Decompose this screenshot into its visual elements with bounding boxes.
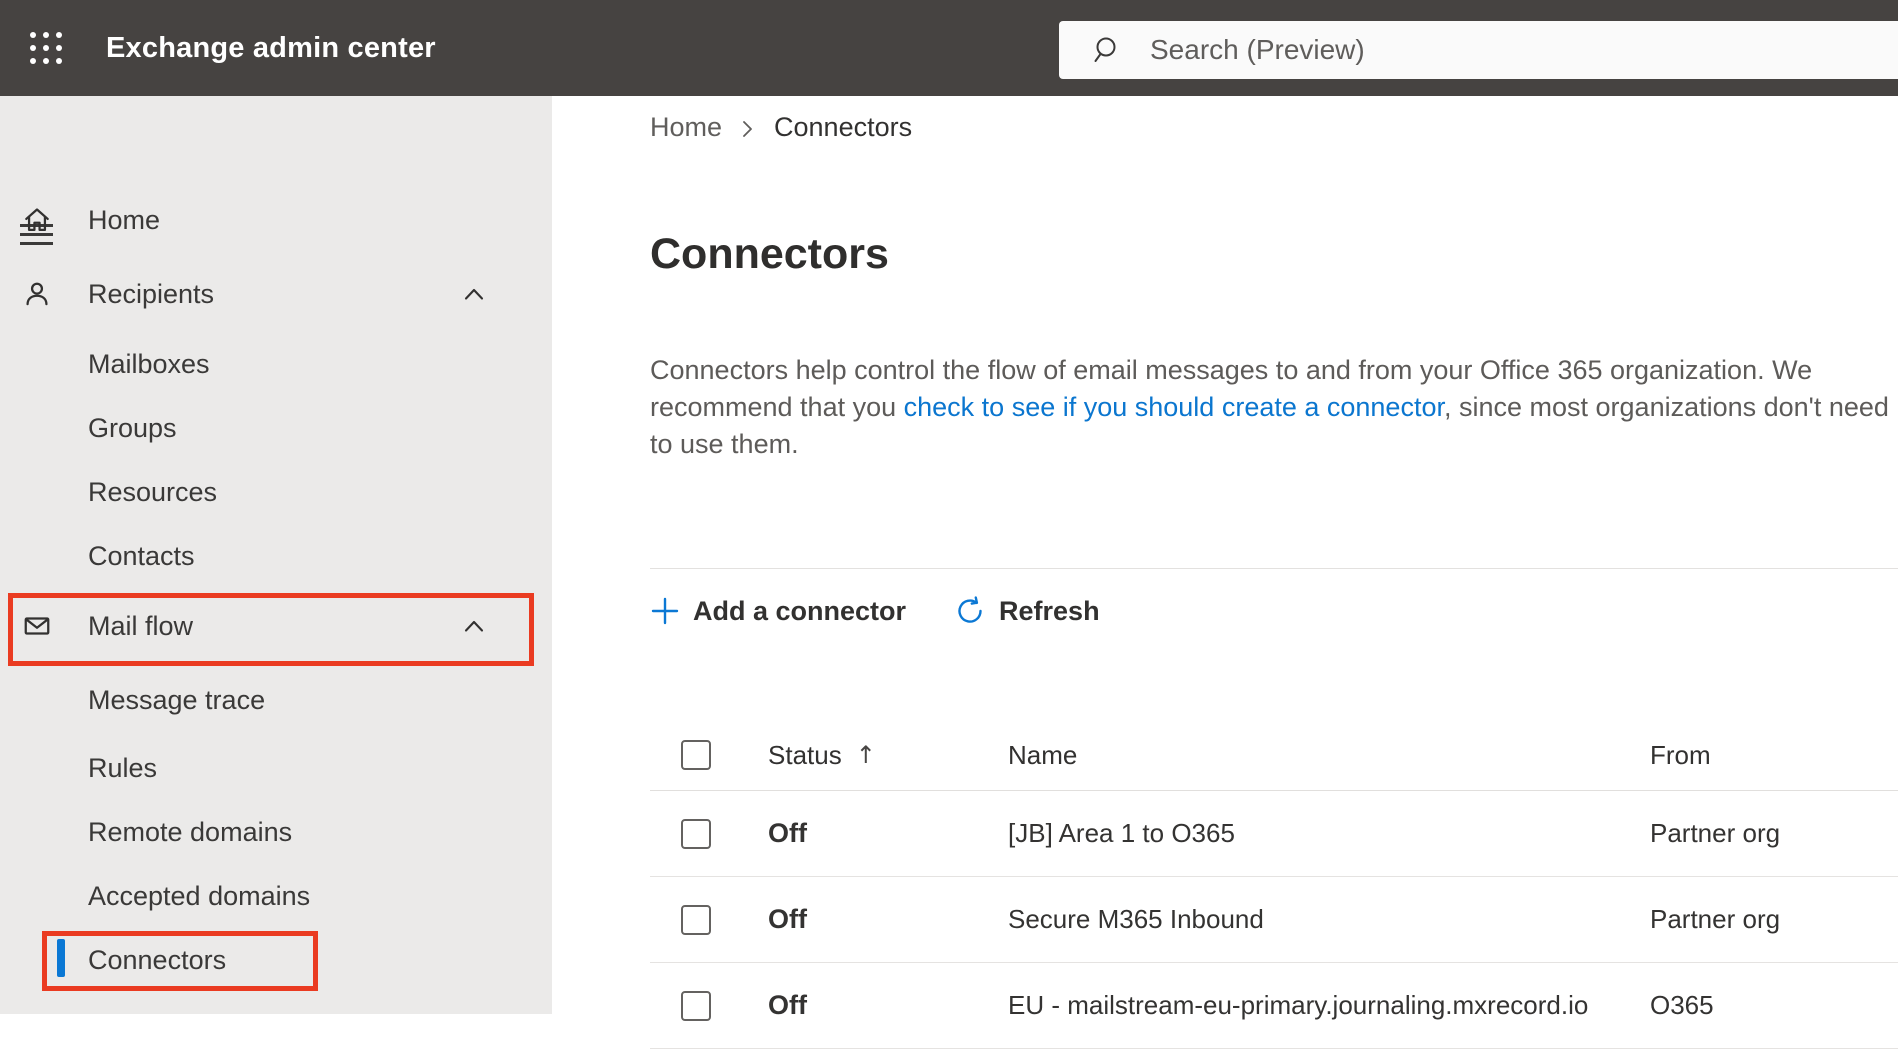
sidebar-item-connectors[interactable]: Connectors xyxy=(0,928,552,992)
sidebar-item-label: Recipients xyxy=(88,279,214,310)
sidebar-item-remote-domains[interactable]: Remote domains xyxy=(0,800,552,864)
sidebar-item-label: Remote domains xyxy=(88,817,292,848)
row-checkbox[interactable] xyxy=(681,819,711,849)
chevron-right-icon xyxy=(738,118,758,140)
table-header: Status ↑ Name From xyxy=(650,720,1898,791)
sidebar-item-label: Mail flow xyxy=(88,611,193,642)
breadcrumb: Home Connectors xyxy=(650,112,912,143)
cell-status: Off xyxy=(768,904,1008,935)
search-box xyxy=(1059,21,1898,79)
row-checkbox[interactable] xyxy=(681,905,711,935)
column-header-from[interactable]: From xyxy=(1650,740,1898,771)
app-launcher-button[interactable] xyxy=(14,0,78,96)
sidebar-item-mailflow[interactable]: Mail flow xyxy=(0,588,552,664)
cell-from: O365 xyxy=(1650,990,1898,1021)
column-header-status[interactable]: Status ↑ xyxy=(768,740,1008,771)
refresh-label: Refresh xyxy=(999,596,1100,627)
search-icon xyxy=(1092,34,1124,66)
cell-name: [JB] Area 1 to O365 xyxy=(1008,818,1650,849)
sidebar-item-label: Connectors xyxy=(88,945,226,976)
cell-from: Partner org xyxy=(1650,904,1898,935)
table-row[interactable]: Off Secure M365 Inbound Partner org xyxy=(650,877,1898,963)
cell-status: Off xyxy=(768,818,1008,849)
mail-icon xyxy=(22,611,52,641)
sidebar-item-label: Accepted domains xyxy=(88,881,310,912)
table-row[interactable]: Off EU - mailstream-eu-primary.journalin… xyxy=(650,963,1898,1049)
sidebar-item-label: Home xyxy=(88,205,160,236)
sidebar-item-groups[interactable]: Groups xyxy=(0,396,552,460)
sidebar-item-contacts[interactable]: Contacts xyxy=(0,524,552,588)
add-connector-button[interactable]: Add a connector xyxy=(650,596,906,627)
sidebar-item-label: Groups xyxy=(88,413,177,444)
add-connector-label: Add a connector xyxy=(693,596,906,627)
breadcrumb-current: Connectors xyxy=(774,112,912,143)
page-title: Connectors xyxy=(650,230,889,279)
global-search-input[interactable] xyxy=(1150,21,1898,79)
cell-from: Partner org xyxy=(1650,818,1898,849)
toolbar-divider xyxy=(650,568,1898,569)
toolbar: Add a connector Refresh xyxy=(650,586,1100,636)
sidebar-item-message-trace[interactable]: Message trace xyxy=(0,664,552,736)
sidebar-item-label: Message trace xyxy=(88,685,265,716)
selected-indicator xyxy=(57,939,65,977)
sidebar-item-recipients[interactable]: Recipients xyxy=(0,256,552,332)
sidebar-item-rules[interactable]: Rules xyxy=(0,736,552,800)
cell-name: Secure M365 Inbound xyxy=(1008,904,1650,935)
select-all-checkbox[interactable] xyxy=(681,740,711,770)
refresh-icon xyxy=(954,595,986,627)
create-connector-check-link[interactable]: check to see if you should create a conn… xyxy=(904,392,1444,422)
sidebar-item-label: Rules xyxy=(88,753,157,784)
chevron-up-icon xyxy=(462,285,486,303)
column-header-name[interactable]: Name xyxy=(1008,740,1650,771)
row-checkbox[interactable] xyxy=(681,991,711,1021)
sidebar-item-accepted-domains[interactable]: Accepted domains xyxy=(0,864,552,928)
sidebar-item-mailboxes[interactable]: Mailboxes xyxy=(0,332,552,396)
chevron-up-icon xyxy=(462,617,486,635)
sort-ascending-icon: ↑ xyxy=(856,741,876,769)
refresh-button[interactable]: Refresh xyxy=(954,595,1100,627)
sidebar-item-label: Mailboxes xyxy=(88,349,210,380)
breadcrumb-home[interactable]: Home xyxy=(650,112,722,143)
plus-icon xyxy=(650,596,680,626)
sidebar-item-home[interactable]: Home xyxy=(0,184,552,256)
page-description: Connectors help control the flow of emai… xyxy=(650,352,1898,463)
cell-name: EU - mailstream-eu-primary.journaling.mx… xyxy=(1008,990,1650,1021)
table-row[interactable]: Off [JB] Area 1 to O365 Partner org xyxy=(650,791,1898,877)
app-bar: Exchange admin center xyxy=(0,0,1898,96)
person-icon xyxy=(22,279,52,309)
sidebar-item-label: Contacts xyxy=(88,541,195,572)
cell-status: Off xyxy=(768,990,1008,1021)
sidebar-nav: Home Recipients Mailboxes Groups Resourc… xyxy=(0,96,552,1014)
sidebar-item-resources[interactable]: Resources xyxy=(0,460,552,524)
main-content: Home Connectors Connectors Connectors he… xyxy=(552,96,1898,1014)
waffle-icon xyxy=(30,32,62,64)
home-icon xyxy=(22,205,52,235)
app-title: Exchange admin center xyxy=(106,0,436,96)
sidebar-item-label: Resources xyxy=(88,477,217,508)
connectors-table: Status ↑ Name From Off [JB] Area 1 to O3… xyxy=(650,720,1898,1049)
